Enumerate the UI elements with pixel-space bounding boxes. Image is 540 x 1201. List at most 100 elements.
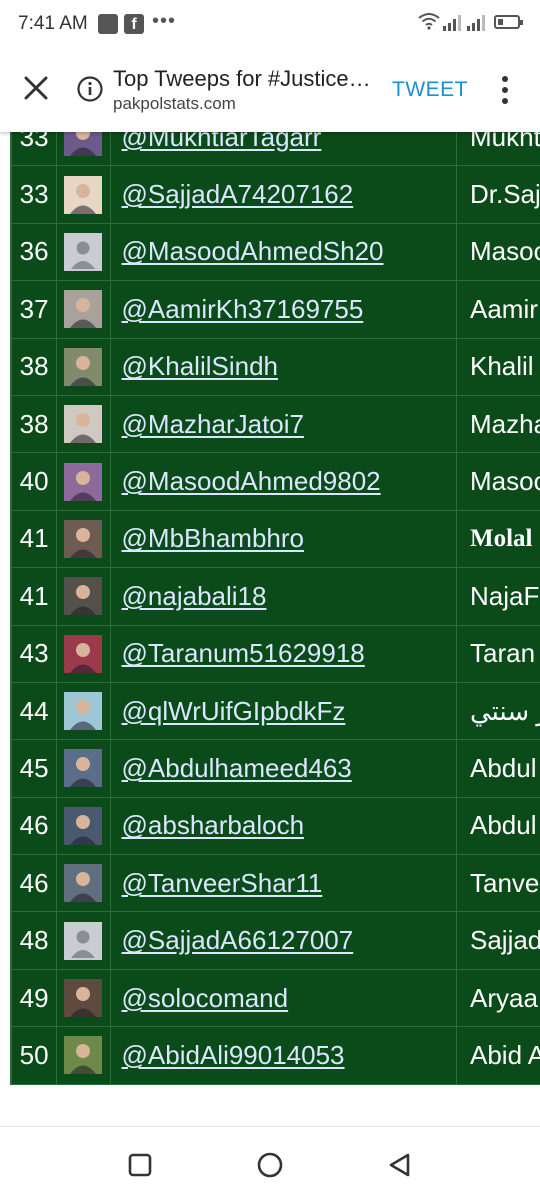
home-circle-icon[interactable] — [254, 1149, 286, 1181]
name-cell: NajaF — [456, 568, 540, 625]
rank-cell: 37 — [12, 281, 57, 338]
handle-link[interactable]: @AamirKh37169755 — [122, 294, 364, 324]
table-row: 46@absharbalochAbdul — [12, 797, 540, 854]
handle-link[interactable]: @Taranum51629918 — [122, 638, 365, 668]
table-row: 45@Abdulhameed463Abdul — [12, 740, 540, 797]
handle-link[interactable]: @MasoodAhmed9802 — [122, 466, 381, 496]
avatar-cell — [57, 281, 110, 338]
handle-link[interactable]: @SajjadA66127007 — [122, 925, 354, 955]
handle-link[interactable]: @qlWrUifGIpbdkFz — [122, 696, 346, 726]
avatar-cell — [57, 969, 110, 1026]
avatar-cell — [57, 223, 110, 280]
table-row: 46 @TanveerShar11 Tanve — [12, 855, 540, 912]
table-row: 38@KhalilSindhKhalil — [12, 338, 540, 395]
handle-link[interactable]: @MasoodAhmedSh20 — [122, 236, 384, 266]
avatar[interactable] — [64, 176, 102, 214]
name-cell: Sajjad — [456, 912, 540, 969]
avatar-cell — [57, 395, 110, 452]
handle-cell: @MbBhambhro — [110, 510, 456, 567]
name-cell: Masood — [456, 453, 540, 510]
rank-cell: 38 — [12, 395, 57, 452]
handle-link[interactable]: @najabali18 — [122, 581, 267, 611]
more-notifications-icon: ••• — [152, 10, 176, 33]
handle-link[interactable]: @absharbaloch — [122, 810, 305, 840]
handle-link[interactable]: @KhalilSindh — [122, 351, 278, 381]
avatar-cell — [57, 568, 110, 625]
avatar-cell — [57, 132, 110, 166]
avatar[interactable] — [64, 807, 102, 845]
handle-link[interactable]: @Abdulhameed463 — [122, 753, 352, 783]
rank-cell: 49 — [12, 969, 57, 1026]
handle-link[interactable]: @MazharJatoi7 — [122, 409, 304, 439]
custom-tab-toolbar: Top Tweeps for #JusticeForSajjad pakpols… — [0, 46, 540, 132]
handle-link[interactable]: @TanveerShar11 — [122, 868, 323, 898]
avatar[interactable] — [64, 463, 102, 501]
handle-cell: @Taranum51629918 — [110, 625, 456, 682]
handle-cell: @SajjadA74207162 — [110, 166, 456, 223]
close-button[interactable] — [14, 66, 58, 110]
rank-cell: 43 — [12, 625, 57, 682]
page-content: 33 @MukhtiarTagarr Mukhtiar33 @SajjadA74207… — [0, 132, 540, 1126]
avatar-cell — [57, 855, 110, 912]
handle-link[interactable]: @MukhtiarTagarr — [122, 132, 322, 152]
table-row: 33 @SajjadA74207162 Dr.Sajjad — [12, 166, 540, 223]
page-domain: pakpolstats.com — [113, 94, 378, 114]
more-vert-icon[interactable] — [494, 74, 516, 106]
avatar[interactable] — [64, 1036, 102, 1074]
handle-cell: @Abdulhameed463 — [110, 740, 456, 797]
avatar[interactable] — [64, 290, 102, 328]
avatar-cell — [57, 797, 110, 854]
avatar-cell — [57, 453, 110, 510]
avatar-cell — [57, 338, 110, 395]
table-row: 41@najabali18NajaF — [12, 568, 540, 625]
name-cell: Dr.Sajjad — [456, 166, 540, 223]
name-cell: Tanve — [456, 855, 540, 912]
rank-cell: 46 — [12, 855, 57, 912]
avatar[interactable] — [64, 749, 102, 787]
avatar[interactable] — [64, 132, 102, 156]
handle-cell: @najabali18 — [110, 568, 456, 625]
avatar[interactable] — [64, 692, 102, 730]
rank-cell: 46 — [12, 797, 57, 854]
table-row: 43@Taranum51629918Taran — [12, 625, 540, 682]
name-cell: Aryaa — [456, 969, 540, 1026]
close-icon — [14, 66, 58, 110]
tweeps-table: 33 @MukhtiarTagarr Mukhtiar33 @SajjadA74207… — [11, 132, 540, 1085]
name-cell: Aamir — [456, 281, 540, 338]
handle-cell: @MasoodAhmedSh20 — [110, 223, 456, 280]
handle-link[interactable]: @SajjadA74207162 — [122, 179, 354, 209]
table-row: 36@MasoodAhmedSh20Masood — [12, 223, 540, 280]
rank-cell: 45 — [12, 740, 57, 797]
handle-cell: @qlWrUifGIpbdkFz — [110, 682, 456, 739]
rank-cell: 50 — [12, 1027, 57, 1084]
rank-cell: 44 — [12, 682, 57, 739]
handle-link[interactable]: @AbidAli99014053 — [122, 1040, 345, 1070]
name-cell: Abid A — [456, 1027, 540, 1084]
tweet-button[interactable]: TWEET — [392, 78, 468, 102]
handle-cell: @MasoodAhmed9802 — [110, 453, 456, 510]
page-title-block[interactable]: Top Tweeps for #JusticeForSajjad pakpols… — [113, 66, 378, 114]
avatar[interactable] — [64, 577, 102, 615]
avatar[interactable] — [64, 520, 102, 558]
back-triangle-icon[interactable] — [384, 1149, 416, 1181]
info-icon[interactable] — [77, 76, 103, 102]
recents-square-icon[interactable] — [124, 1149, 156, 1181]
rank-cell: 33 — [12, 166, 57, 223]
table-row: 38@MazharJatoi7Mazhar — [12, 395, 540, 452]
avatar-cell — [57, 912, 110, 969]
avatar[interactable] — [64, 922, 102, 960]
facebook-icon: f — [124, 14, 144, 34]
avatar-cell — [57, 682, 110, 739]
rank-cell: 40 — [12, 453, 57, 510]
avatar[interactable] — [64, 979, 102, 1017]
avatar[interactable] — [64, 405, 102, 443]
handle-cell: @AamirKh37169755 — [110, 281, 456, 338]
name-cell: Mukhtiar — [456, 132, 540, 166]
avatar[interactable] — [64, 233, 102, 271]
handle-cell: @TanveerShar11 — [110, 855, 456, 912]
avatar[interactable] — [64, 864, 102, 902]
handle-link[interactable]: @MbBhambhro — [122, 523, 304, 553]
avatar[interactable] — [64, 635, 102, 673]
handle-link[interactable]: @solocomand — [122, 983, 289, 1013]
avatar[interactable] — [64, 348, 102, 386]
